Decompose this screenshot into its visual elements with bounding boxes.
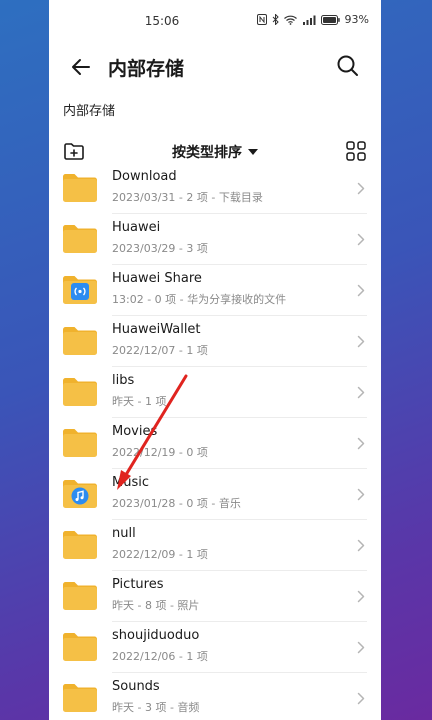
folder-meta: 13:02 - 0 项 - 华为分享接收的文件 [112,293,287,306]
folder-name: null [112,526,136,541]
chevron-right-icon [357,284,365,297]
folder-row[interactable]: Download 2023/03/31 - 2 项 - 下载目录 [49,166,381,214]
folder-name: Movies [112,424,158,439]
folder-row[interactable]: Huawei 2023/03/29 - 3 项 [49,214,381,265]
folder-meta: 2022/12/09 - 1 项 [112,548,208,561]
chevron-right-icon [357,488,365,501]
chevron-right-icon [357,590,365,603]
folder-meta: 2023/03/29 - 3 项 [112,242,208,255]
caret-down-icon[interactable] [248,149,258,155]
status-bar: 15:06 93% [49,0,381,44]
folder-icon [63,480,97,508]
folder-icon [63,378,97,406]
status-time: 15:06 [144,14,180,28]
phone-screen: 15:06 93% 内部存储 内部存储 按类型排序 Download 2023/0… [49,0,381,720]
chevron-right-icon [357,335,365,348]
page-title: 内部存储 [108,58,185,80]
wifi-icon [283,15,297,25]
folder-name: Huawei Share [112,271,202,286]
folder-row[interactable]: Huawei Share 13:02 - 0 项 - 华为分享接收的文件 [49,265,381,316]
folder-icon [63,429,97,457]
sort-label[interactable]: 按类型排序 [172,145,242,161]
toolbar: 按类型排序 [49,134,381,168]
folder-meta: 昨天 - 3 项 - 音频 [112,701,200,714]
folder-meta: 2023/01/28 - 0 项 - 音乐 [112,497,241,510]
folder-name: libs [112,373,135,388]
folder-row[interactable]: Movies 2022/12/19 - 0 项 [49,418,381,469]
folder-row[interactable]: null 2022/12/09 - 1 项 [49,520,381,571]
folder-row[interactable]: shoujiduoduo 2022/12/06 - 1 项 [49,622,381,673]
folder-meta: 昨天 - 8 项 - 照片 [112,599,200,612]
folder-list: Download 2023/03/31 - 2 项 - 下载目录 Huawei 202… [49,166,381,720]
search-icon[interactable] [335,53,361,79]
folder-meta: 2022/12/19 - 0 项 [112,446,208,459]
chevron-right-icon [357,182,365,195]
chevron-right-icon [357,692,365,705]
folder-name: Huawei [112,220,161,235]
folder-icon [63,582,97,610]
folder-name: Pictures [112,577,164,592]
folder-icon [63,225,97,253]
folder-icon [63,684,97,712]
status-icons: 93% [256,13,369,26]
folder-icon [63,327,97,355]
sort-dropdown: 按类型排序 [49,142,381,162]
app-bar: 内部存储 [49,44,381,90]
folder-row[interactable]: HuaweiWallet 2022/12/07 - 1 项 [49,316,381,367]
folder-row[interactable]: libs 昨天 - 1 项 [49,367,381,418]
battery-icon [320,14,340,25]
chevron-right-icon [357,386,365,399]
folder-name: Sounds [112,679,160,694]
breadcrumb[interactable]: 内部存储 [63,100,115,119]
chevron-right-icon [357,437,365,450]
folder-row[interactable]: Pictures 昨天 - 8 项 - 照片 [49,571,381,622]
bluetooth-icon [272,14,279,25]
folder-icon [63,531,97,559]
nfc-icon [256,14,267,25]
chevron-right-icon [357,641,365,654]
folder-row[interactable]: Sounds 昨天 - 3 项 - 音频 [49,673,381,720]
folder-meta: 2022/12/06 - 1 项 [112,650,208,663]
signal-icon [302,15,316,25]
folder-row[interactable]: Music 2023/01/28 - 0 项 - 音乐 [49,469,381,520]
chevron-right-icon [357,539,365,552]
folder-icon [63,276,97,304]
folder-name: shoujiduoduo [112,628,200,643]
folder-icon [63,174,97,202]
folder-name: HuaweiWallet [112,322,201,337]
chevron-right-icon [357,233,365,246]
folder-name: Music [112,475,149,490]
folder-icon [63,633,97,661]
folder-meta: 昨天 - 1 项 [112,395,167,408]
folder-meta: 2023/03/31 - 2 项 - 下载目录 [112,191,263,204]
grid-view-icon[interactable] [346,141,366,161]
back-arrow-icon[interactable] [67,53,95,81]
battery-level: 93% [344,13,369,26]
folder-name: Download [112,169,177,184]
folder-meta: 2022/12/07 - 1 项 [112,344,208,357]
